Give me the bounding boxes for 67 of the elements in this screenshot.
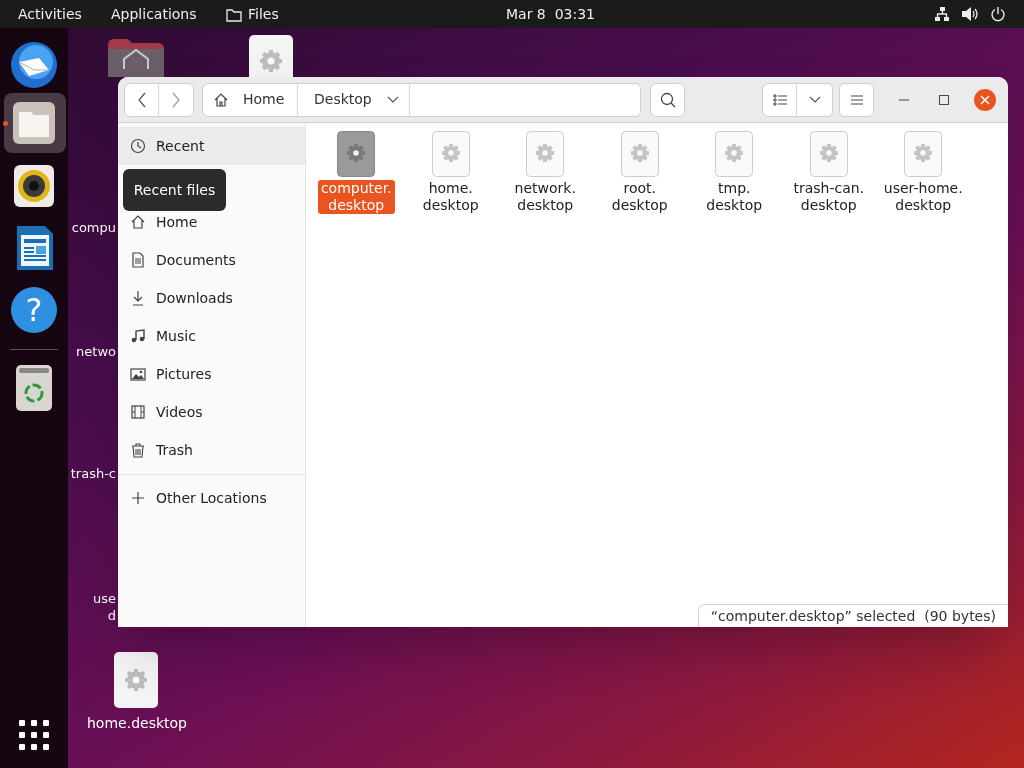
file-name[interactable]: computer. desktop <box>317 180 395 214</box>
file-name[interactable]: home. desktop <box>419 180 482 214</box>
tooltip: Recent files <box>123 169 226 211</box>
icon-label: home.desktop <box>87 714 187 733</box>
sidebar-item[interactable]: Pictures <box>118 355 305 393</box>
search-icon <box>659 91 676 108</box>
gear-file-icon[interactable] <box>809 131 848 177</box>
gear-file-icon[interactable] <box>620 131 659 177</box>
network-icon <box>934 6 950 22</box>
search-button[interactable] <box>650 82 685 117</box>
menu-button[interactable] <box>839 82 874 117</box>
minimize-icon <box>899 98 909 101</box>
icon-label: trash-c <box>70 465 116 482</box>
clock[interactable]: Mar 8 03:31 <box>506 4 596 25</box>
videos-icon <box>130 404 146 420</box>
sidebar-item[interactable]: Videos <box>118 393 305 431</box>
app-grid-icon[interactable] <box>19 720 49 750</box>
sidebar-item[interactable]: Other Locations <box>118 480 305 516</box>
caret-icon <box>387 95 399 104</box>
list-icon <box>772 93 787 106</box>
power-icon <box>990 6 1006 22</box>
icon-label: compu <box>71 219 116 236</box>
gear-file-icon[interactable] <box>431 131 470 177</box>
pictures-icon <box>130 366 146 382</box>
icon-label: netwo <box>76 343 116 360</box>
sidebar-item[interactable]: Music <box>118 317 305 355</box>
recent-icon <box>130 138 146 154</box>
chevron-right-icon <box>172 91 180 108</box>
envelope-globe-icon[interactable] <box>9 40 59 90</box>
sidebar-item[interactable]: Trash <box>118 431 305 469</box>
trash-icon <box>130 442 146 458</box>
app-menu[interactable]: Files <box>226 4 279 25</box>
folder-icon <box>226 7 242 22</box>
file-name[interactable]: root. desktop <box>608 180 671 214</box>
maximize-icon <box>939 94 949 105</box>
caret-icon <box>808 95 821 104</box>
gear-file-icon[interactable] <box>526 131 565 177</box>
path-segment[interactable]: Desktop <box>298 83 410 116</box>
close-icon <box>980 94 990 105</box>
volume-icon <box>961 6 979 22</box>
gear-icon <box>114 652 158 708</box>
sidebar-item[interactable]: Recent <box>118 127 305 165</box>
chevron-left-icon <box>137 91 146 108</box>
applications-menu[interactable]: Applications <box>111 4 197 25</box>
activities-button[interactable]: Activities <box>18 4 82 25</box>
file-name[interactable]: user-home. desktop <box>880 180 966 214</box>
file-name[interactable]: network. desktop <box>511 180 579 214</box>
icon-label: d <box>107 607 116 624</box>
gear-file-icon[interactable] <box>337 131 376 177</box>
close-button[interactable] <box>974 88 996 111</box>
home-icon <box>213 91 229 108</box>
status-bar: “computer.desktop” selected (90 bytes) <box>697 604 1008 627</box>
gear-file-icon[interactable] <box>904 131 943 177</box>
documents-icon <box>130 252 146 268</box>
downloads-icon <box>130 290 146 306</box>
path-segment[interactable]: Home <box>203 83 298 116</box>
sidebar-item[interactable]: Documents <box>118 241 305 279</box>
home-icon <box>130 214 146 230</box>
running-indicator <box>3 121 8 126</box>
file-name[interactable]: tmp. desktop <box>703 180 766 214</box>
file-name[interactable]: trash-can. desktop <box>790 180 868 214</box>
music-icon <box>130 328 146 344</box>
sidebar-item[interactable]: Downloads <box>118 279 305 317</box>
menu-icon <box>849 93 864 106</box>
icon-label: use <box>93 590 116 607</box>
gear-file-icon[interactable] <box>715 131 754 177</box>
plus-icon <box>130 490 146 506</box>
